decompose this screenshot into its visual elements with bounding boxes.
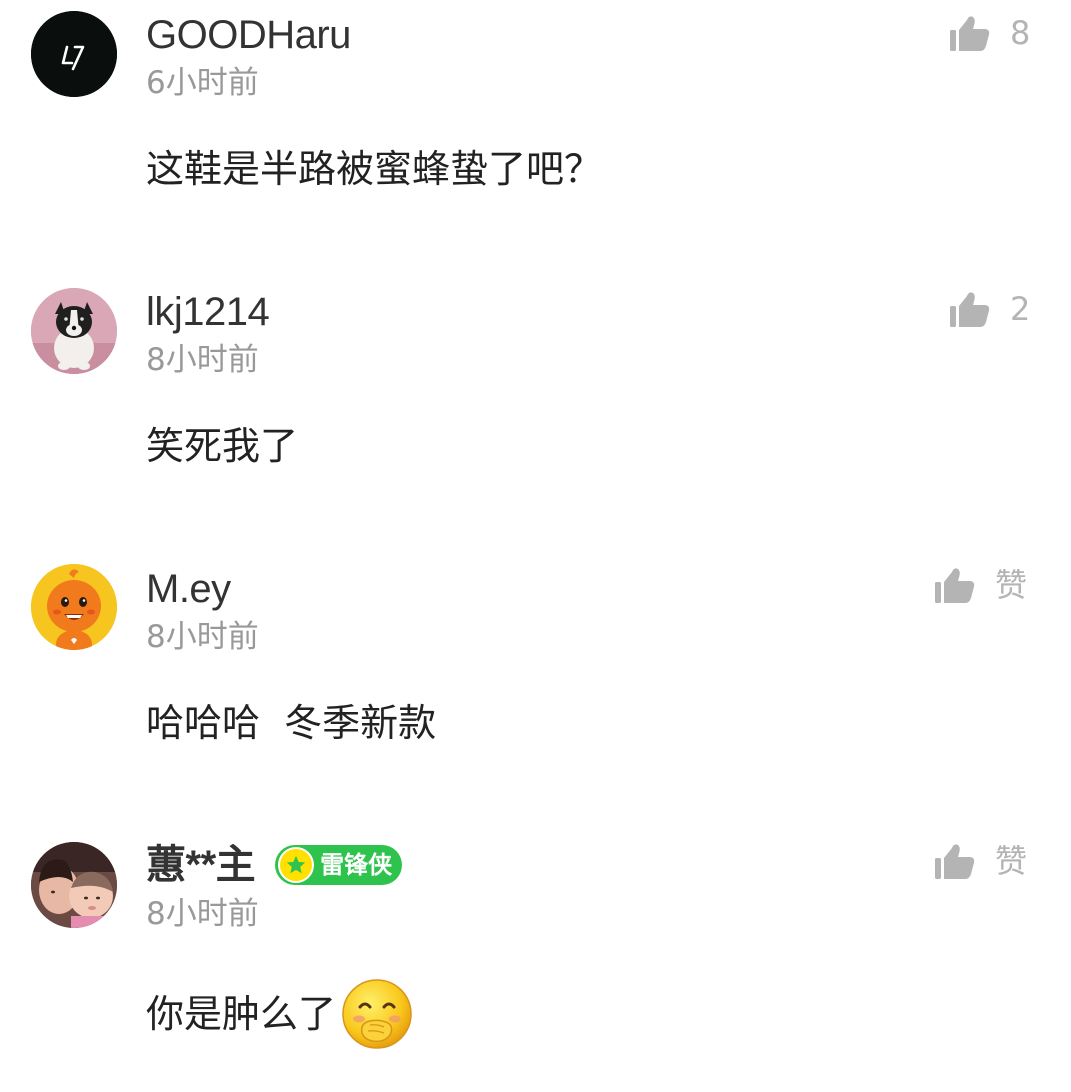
like-button[interactable]: 赞 <box>933 836 1027 886</box>
user-avatar[interactable] <box>31 842 117 928</box>
like-label: 赞 <box>995 842 1028 880</box>
comment-text-body: 你是肿么了 <box>146 992 337 1036</box>
username[interactable]: 蕙**主 <box>146 840 256 890</box>
family-photo-avatar-icon <box>31 842 117 928</box>
covering-mouth-emoji-icon <box>342 979 412 1049</box>
thumbs-up-icon <box>933 839 977 883</box>
comment-text: 你是肿么了 <box>146 979 414 1049</box>
comment-item: 蕙**主 雷锋侠 8小时前 你是肿么了 赞 <box>0 0 1071 1092</box>
star-icon <box>278 847 315 883</box>
user-badge[interactable]: 雷锋侠 <box>275 845 403 885</box>
timestamp: 8小时前 <box>146 896 259 932</box>
badge-label: 雷锋侠 <box>320 851 393 879</box>
